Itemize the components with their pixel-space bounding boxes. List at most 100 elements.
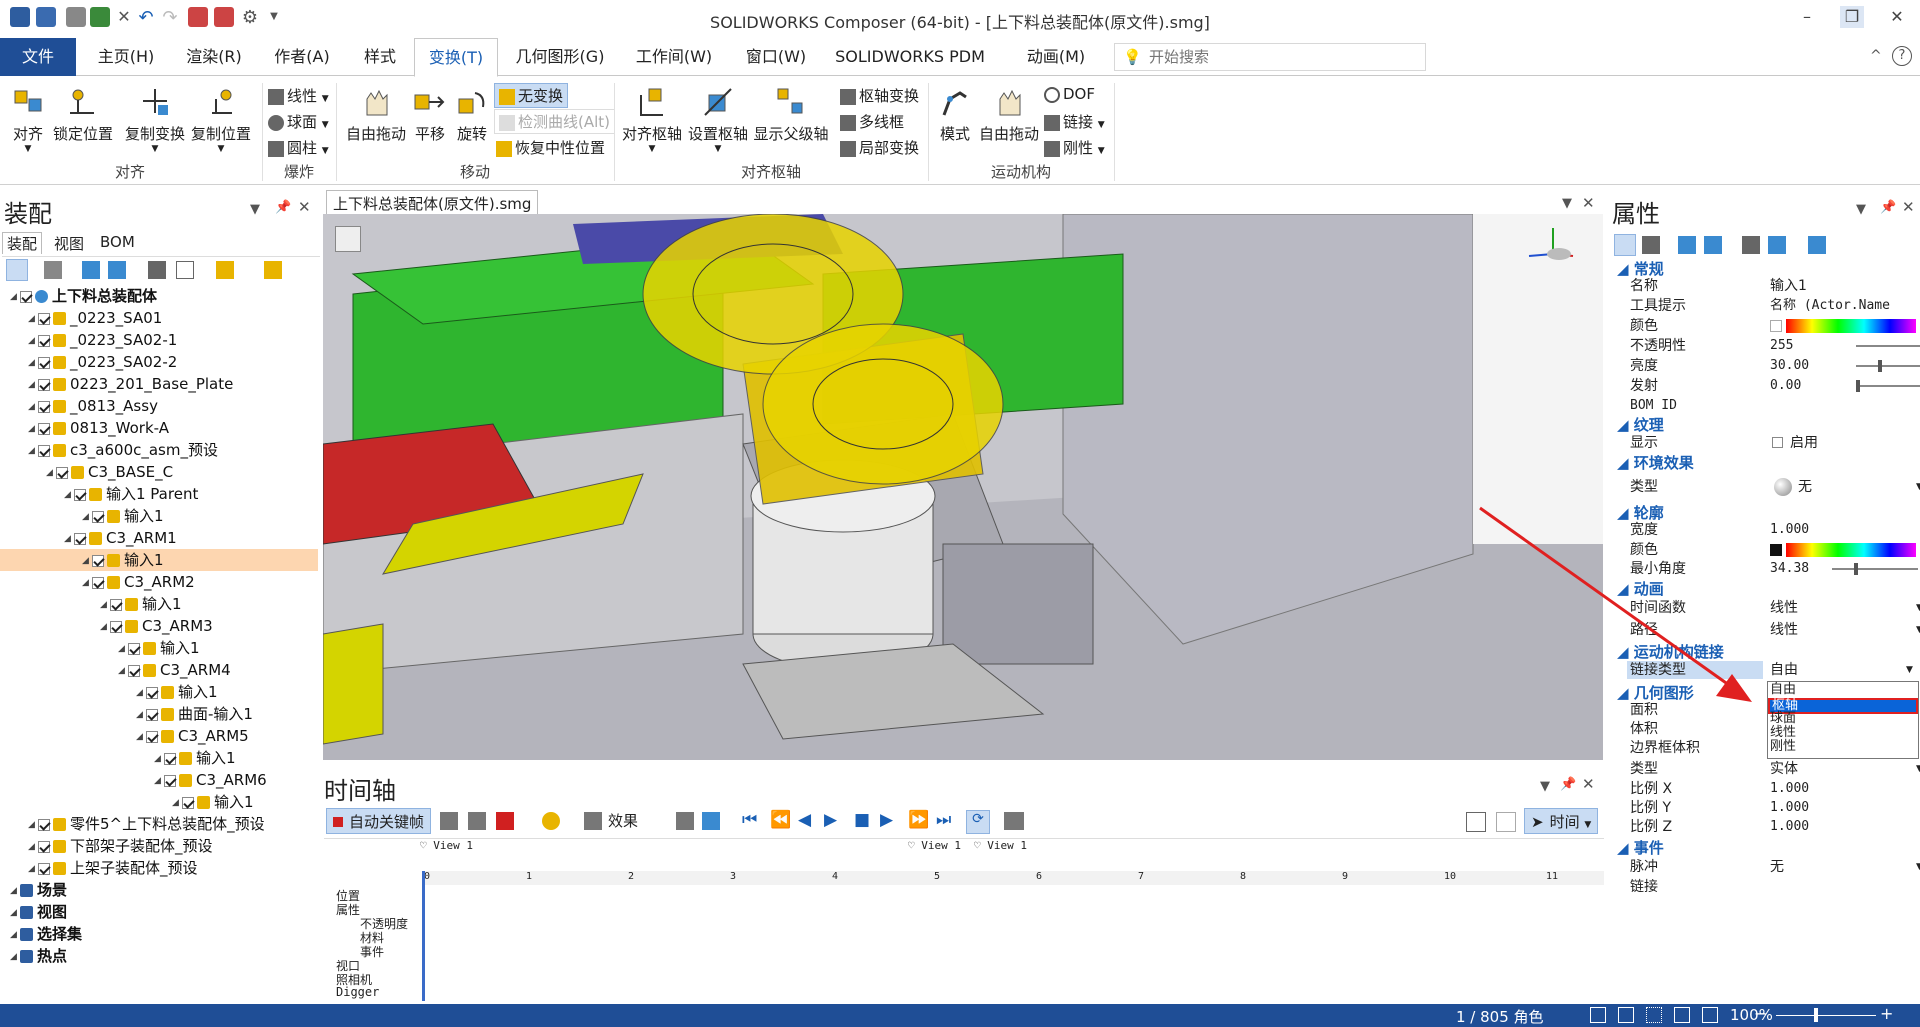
tab-views[interactable]: 视图 [54, 233, 84, 254]
view-marker[interactable]: ♡ View 1 [974, 839, 1027, 852]
expand-toggle-icon[interactable]: ◢ [82, 572, 92, 594]
document-tab[interactable]: 上下料总装配体(原文件).smg [326, 190, 539, 214]
loop-icon[interactable]: ⟳ [966, 810, 990, 834]
expand-toggle-icon[interactable]: ◢ [136, 704, 146, 726]
table-icon[interactable] [176, 261, 194, 279]
tree-node[interactable]: ◢ c3_a600c_asm_预设 [0, 439, 318, 461]
visibility-checkbox[interactable] [20, 290, 32, 303]
doc-close-icon[interactable]: ✕ [1582, 194, 1595, 212]
rotate-button[interactable]: 旋转 [452, 81, 492, 144]
zoom-slider-thumb[interactable] [1814, 1008, 1818, 1022]
expand-toggle-icon[interactable]: ◢ [46, 462, 56, 484]
categorized-icon[interactable] [1614, 234, 1636, 256]
fit-icon[interactable] [1466, 812, 1486, 832]
tree-folder[interactable]: ◢ 场景 [0, 879, 318, 901]
visibility-checkbox[interactable] [38, 356, 50, 369]
close-window-button[interactable]: ✕ [1885, 6, 1909, 28]
zoom-range-icon[interactable] [1496, 812, 1516, 832]
align-pivot-button[interactable]: 对齐枢轴 ▼ [620, 81, 684, 154]
minimize-button[interactable]: – [1795, 6, 1819, 28]
tree-node[interactable]: ◢ 0813_Work-A [0, 417, 318, 439]
tree-node[interactable]: ◢ C3_ARM2 [0, 571, 318, 593]
paste-props-icon[interactable] [1704, 236, 1722, 254]
kinematics-free-drag-button[interactable]: 自由拖动 [976, 81, 1042, 144]
detect-curve-button[interactable]: 检测曲线(Alt) [494, 109, 616, 134]
tab-workshops[interactable]: 工作间(W) [624, 38, 724, 76]
copy-position-button[interactable]: 复制位置 ▼ [188, 81, 254, 154]
actor-keyframe-icon[interactable] [468, 812, 486, 830]
expand-toggle-icon[interactable]: ◢ [10, 902, 20, 924]
visibility-checkbox[interactable] [92, 554, 104, 567]
step-back-icon[interactable]: ◀ [798, 810, 811, 830]
visibility-checkbox[interactable] [92, 510, 104, 523]
expand-toggle-icon[interactable]: ◢ [28, 440, 38, 462]
expand-toggle-icon[interactable]: ◢ [118, 660, 128, 682]
visibility-checkbox[interactable] [164, 774, 176, 787]
visibility-checkbox[interactable] [38, 818, 50, 831]
tree-node[interactable]: ◢ 下部架子装配体_预设 [0, 835, 318, 857]
tree-folder[interactable]: ◢ 选择集 [0, 923, 318, 945]
sort-alpha-icon[interactable] [1642, 236, 1660, 254]
visibility-checkbox[interactable] [56, 466, 68, 479]
stop-icon[interactable]: ■ [854, 810, 870, 830]
expand-toggle-icon[interactable]: ◢ [28, 858, 38, 880]
tree-node[interactable]: ◢ _0223_SA02-2 [0, 351, 318, 373]
expand-all-icon[interactable] [82, 261, 100, 279]
expand-toggle-icon[interactable]: ◢ [10, 924, 20, 946]
explode-cylinder-button[interactable]: 圆柱 ▼ [268, 137, 329, 158]
section-texture[interactable]: ◢ 纹理 [1617, 414, 1664, 435]
collapse-all-icon[interactable] [108, 261, 126, 279]
tree-node[interactable]: ◢ C3_ARM4 [0, 659, 318, 681]
effects-icon[interactable] [542, 812, 560, 830]
expand-toggle-icon[interactable]: ◢ [136, 726, 146, 748]
visibility-checkbox[interactable] [38, 400, 50, 413]
tree-node[interactable]: ◢ 输入1 [0, 593, 318, 615]
kinematics-mode-button[interactable]: 模式 [934, 81, 976, 144]
tab-geometry[interactable]: 几何图形(G) [510, 38, 610, 76]
section-events[interactable]: ◢ 事件 [1617, 837, 1664, 858]
search-input[interactable] [1149, 44, 1419, 70]
filter-icon[interactable] [44, 261, 62, 279]
tab-assembly[interactable]: 装配 [2, 232, 42, 254]
film-strip-icon[interactable] [335, 226, 361, 252]
axis-triad-icon[interactable] [1523, 224, 1583, 264]
pin-icon[interactable]: 📌 [1880, 200, 1896, 215]
ruler-icon[interactable] [1590, 1007, 1606, 1023]
eyedropper-icon[interactable] [1768, 236, 1786, 254]
tab-transform[interactable]: 变换(T) [414, 38, 498, 77]
filter-keys-icon[interactable] [702, 812, 720, 830]
zoom-in-icon[interactable]: + [1880, 1004, 1893, 1023]
expand-toggle-icon[interactable]: ◢ [28, 418, 38, 440]
show-parent-axis-button[interactable]: 显示父级轴 [752, 81, 830, 144]
visibility-checkbox[interactable] [146, 730, 158, 743]
visibility-checkbox[interactable] [74, 532, 86, 545]
timeline-close-icon[interactable]: ✕ [1582, 775, 1595, 793]
tree-node[interactable]: ◢ 上架子装配体_预设 [0, 857, 318, 879]
visibility-checkbox[interactable] [38, 444, 50, 457]
expand-toggle-icon[interactable]: ◢ [10, 880, 20, 902]
local-transform-button[interactable]: 局部变换 [840, 137, 919, 158]
tree-node[interactable]: ◢ C3_ARM1 [0, 527, 318, 549]
grid-icon[interactable] [1646, 1007, 1662, 1023]
tree-node[interactable]: ◢ 输入1 [0, 747, 318, 769]
select-mode-icon[interactable] [6, 259, 28, 281]
timeline-track[interactable]: 事件 [360, 943, 384, 960]
visibility-checkbox[interactable] [38, 334, 50, 347]
no-transform-button[interactable]: 无变换 [494, 83, 569, 108]
fit-view-icon[interactable] [1674, 1007, 1690, 1023]
tree-node[interactable]: ◢ 输入1 [0, 549, 318, 571]
expand-toggle-icon[interactable]: ◢ [172, 792, 182, 814]
visibility-checkbox[interactable] [74, 488, 86, 501]
go-start-icon[interactable]: ⏮ [742, 810, 757, 830]
auto-key-button[interactable]: 自动关键帧 [326, 808, 432, 834]
visibility-checkbox[interactable] [38, 840, 50, 853]
viewport-icon[interactable] [1702, 1007, 1718, 1023]
play-icon[interactable]: ▶ [824, 810, 837, 830]
view-marker[interactable]: ♡ View 1 [908, 839, 961, 852]
pivot-transform-button[interactable]: 枢轴变换 [840, 85, 919, 106]
tree-node[interactable]: ◢ C3_ARM5 [0, 725, 318, 747]
visibility-checkbox[interactable] [182, 796, 194, 809]
actor-icon[interactable] [216, 261, 234, 279]
option-sphere[interactable]: 球面 [1770, 712, 1796, 726]
tab-home[interactable]: 主页(H) [86, 38, 166, 76]
